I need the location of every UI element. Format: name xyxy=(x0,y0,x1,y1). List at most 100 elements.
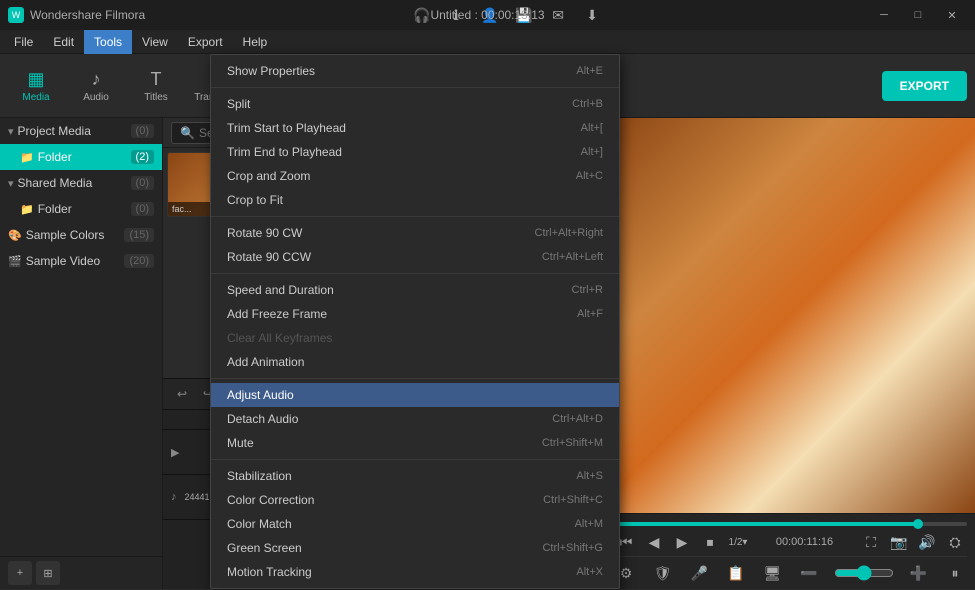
color-correction-label: Color Correction xyxy=(227,493,314,507)
shared-media-row[interactable]: ▾ Shared Media (0) xyxy=(0,170,162,196)
chevron-right-icon: ▾ xyxy=(8,177,14,190)
stop-button[interactable]: ⏹ xyxy=(698,530,722,554)
sample-colors-row[interactable]: 🎨 Sample Colors (15) xyxy=(0,222,162,248)
tools-menu-section-4: Speed and Duration Ctrl+R Add Freeze Fra… xyxy=(211,274,619,379)
mail-icon[interactable]: ✉ xyxy=(547,4,569,26)
menu-file[interactable]: File xyxy=(4,30,43,54)
export-button[interactable]: EXPORT xyxy=(882,71,967,101)
menu-speed-duration[interactable]: Speed and Duration Ctrl+R xyxy=(211,278,619,302)
motion-tracking-label: Motion Tracking xyxy=(227,565,312,579)
notes-icon[interactable]: 📋 xyxy=(724,561,748,585)
titles-label: Titles xyxy=(144,92,168,103)
zoom-in-icon[interactable]: ➕ xyxy=(906,561,930,585)
tools-menu-section-1: Show Properties Alt+E xyxy=(211,55,619,88)
menu-add-animation[interactable]: Add Animation xyxy=(211,350,619,374)
tool-audio[interactable]: ♪ Audio xyxy=(68,58,124,114)
freeze-frame-shortcut: Alt+F xyxy=(577,308,603,320)
menu-split[interactable]: Split Ctrl+B xyxy=(211,92,619,116)
sample-colors-label: Sample Colors xyxy=(26,228,125,242)
clear-keyframes-label: Clear All Keyframes xyxy=(227,331,332,345)
app-name-label: Wondershare Filmora xyxy=(30,8,145,22)
menu-color-correction[interactable]: Color Correction Ctrl+Shift+C xyxy=(211,488,619,512)
project-media-label: Project Media xyxy=(18,124,131,138)
minimize-button[interactable]: ─ xyxy=(869,5,899,25)
mic-icon[interactable]: 🎤 xyxy=(687,561,711,585)
menu-crop-fit[interactable]: Crop to Fit xyxy=(211,188,619,212)
media-label: Media xyxy=(22,92,49,103)
folder-icon: 📁 xyxy=(20,151,34,164)
trim-start-shortcut: Alt+[ xyxy=(581,122,603,134)
progress-handle[interactable] xyxy=(913,519,923,529)
folder2-row[interactable]: 📁 Folder (0) xyxy=(0,196,162,222)
time-display: 00:00:11:16 xyxy=(776,536,833,548)
menu-stabilization[interactable]: Stabilization Alt+S xyxy=(211,464,619,488)
add-media-button[interactable]: ⊞ xyxy=(36,561,60,585)
speed-duration-shortcut: Ctrl+R xyxy=(572,284,603,296)
maximize-button[interactable]: □ xyxy=(903,5,933,25)
menu-crop-zoom[interactable]: Crop and Zoom Alt+C xyxy=(211,164,619,188)
pause-all-button[interactable]: ⏸ xyxy=(943,561,967,585)
close-button[interactable]: ✕ xyxy=(937,5,967,25)
tool-media[interactable]: ▦ Media xyxy=(8,58,64,114)
volume-control[interactable]: 🔊 xyxy=(915,530,939,554)
menu-mute[interactable]: Mute Ctrl+Shift+M xyxy=(211,431,619,455)
menubar: File Edit Tools View Export Help xyxy=(0,30,975,54)
color-match-label: Color Match xyxy=(227,517,292,531)
menu-rotate-cw[interactable]: Rotate 90 CW Ctrl+Alt+Right xyxy=(211,221,619,245)
menu-rotate-ccw[interactable]: Rotate 90 CCW Ctrl+Alt+Left xyxy=(211,245,619,269)
trim-start-label: Trim Start to Playhead xyxy=(227,121,346,135)
menu-trim-end[interactable]: Trim End to Playhead Alt+] xyxy=(211,140,619,164)
menu-show-properties[interactable]: Show Properties Alt+E xyxy=(211,59,619,83)
zoom-slider[interactable] xyxy=(834,565,894,581)
prev-frame-button[interactable]: ◀ xyxy=(642,530,666,554)
panel-actions: + ⊞ xyxy=(0,556,162,589)
menu-edit[interactable]: Edit xyxy=(43,30,84,54)
menu-view[interactable]: View xyxy=(132,30,178,54)
mute-shortcut: Ctrl+Shift+M xyxy=(542,437,603,449)
tools-menu-section-5: Adjust Audio Detach Audio Ctrl+Alt+D Mut… xyxy=(211,379,619,460)
folder2-label: Folder xyxy=(38,202,131,216)
project-media-row[interactable]: ▾ Project Media (0) xyxy=(0,118,162,144)
screenshot-button[interactable]: 📷 xyxy=(887,530,911,554)
motion-tracking-shortcut: Alt+X xyxy=(576,566,603,578)
settings-button[interactable]: ⛭ xyxy=(943,530,967,554)
tools-dropdown-menu: Show Properties Alt+E Split Ctrl+B Trim … xyxy=(210,54,620,589)
stabilization-label: Stabilization xyxy=(227,469,292,483)
menu-adjust-audio[interactable]: Adjust Audio xyxy=(211,383,619,407)
fullscreen-button[interactable]: ⛶ xyxy=(859,530,883,554)
screen-icon[interactable]: 🖥 xyxy=(761,561,785,585)
controls-right: ⛶ 📷 🔊 ⛭ xyxy=(859,530,967,554)
menu-motion-tracking[interactable]: Motion Tracking Alt+X xyxy=(211,560,619,584)
play-button[interactable]: ▶ xyxy=(670,530,694,554)
window-title: Untitled : 00:00:13:13 xyxy=(430,8,544,22)
progress-bar[interactable] xyxy=(614,522,967,526)
shield-icon[interactable]: 🛡 xyxy=(651,561,675,585)
menu-green-screen[interactable]: Green Screen Ctrl+Shift+G xyxy=(211,536,619,560)
sample-video-icon: 🎬 xyxy=(8,255,22,268)
menu-export[interactable]: Export xyxy=(178,30,233,54)
menu-trim-start[interactable]: Trim Start to Playhead Alt+[ xyxy=(211,116,619,140)
sample-video-row[interactable]: 🎬 Sample Video (20) xyxy=(0,248,162,274)
folder-row-active[interactable]: 📁 Folder (2) xyxy=(0,144,162,170)
sample-video-count: (20) xyxy=(124,254,154,268)
sample-colors-icon: 🎨 xyxy=(8,229,22,242)
show-properties-shortcut: Alt+E xyxy=(576,65,603,77)
tool-titles[interactable]: T Titles xyxy=(128,58,184,114)
titles-icon: T xyxy=(151,69,162,90)
split-shortcut: Ctrl+B xyxy=(572,98,603,110)
add-folder-button[interactable]: + xyxy=(8,561,32,585)
download-icon[interactable]: ⬇ xyxy=(581,4,603,26)
detach-audio-shortcut: Ctrl+Alt+D xyxy=(552,413,603,425)
menu-tools[interactable]: Tools xyxy=(84,30,132,54)
menu-detach-audio[interactable]: Detach Audio Ctrl+Alt+D xyxy=(211,407,619,431)
next-frame-button[interactable]: 1/2▾ xyxy=(726,530,750,554)
trim-end-shortcut: Alt+] xyxy=(581,146,603,158)
add-animation-label: Add Animation xyxy=(227,355,304,369)
menu-color-match[interactable]: Color Match Alt+M xyxy=(211,512,619,536)
folder2-count: (0) xyxy=(131,202,154,216)
undo-button[interactable]: ↩ xyxy=(171,383,193,405)
green-screen-label: Green Screen xyxy=(227,541,302,555)
zoom-out-icon[interactable]: ➖ xyxy=(797,561,821,585)
menu-help[interactable]: Help xyxy=(233,30,278,54)
menu-freeze-frame[interactable]: Add Freeze Frame Alt+F xyxy=(211,302,619,326)
